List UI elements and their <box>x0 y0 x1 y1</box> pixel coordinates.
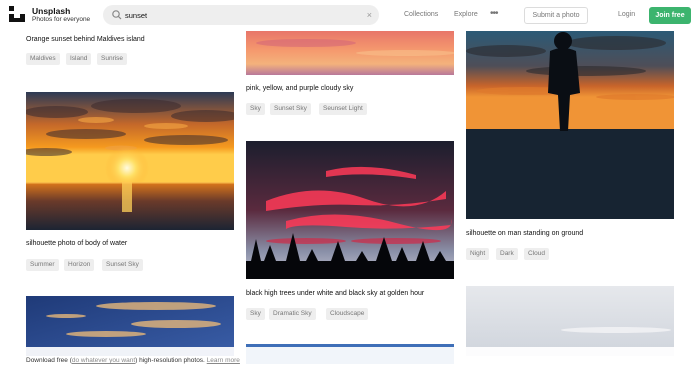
page: Unsplash Photos for everyone × Collectio… <box>0 0 700 373</box>
unsplash-logo-icon[interactable] <box>9 6 25 22</box>
tag[interactable]: Sunset Sky <box>270 103 311 115</box>
photo-pink-sky[interactable] <box>246 31 454 75</box>
tag[interactable]: Sunset Sky <box>102 259 143 271</box>
brand-name[interactable]: Unsplash <box>32 6 70 16</box>
footer-suffix: ) high-resolution photos. <box>135 357 205 364</box>
tag[interactable]: Horizon <box>64 259 95 271</box>
search-input[interactable] <box>125 8 355 22</box>
footer-prefix: Download free ( <box>26 357 72 364</box>
tag[interactable]: Sky <box>246 308 265 320</box>
header: Unsplash Photos for everyone × Collectio… <box>0 0 700 31</box>
more-icon[interactable]: ••• <box>490 8 498 19</box>
photo-caption: silhouette on man standing on ground <box>466 230 584 237</box>
footer-bar: Download free (do whatever you want) hig… <box>0 347 700 373</box>
photo-caption: black high trees under white and black s… <box>246 290 425 297</box>
tag[interactable]: Dark <box>496 248 518 260</box>
license-link[interactable]: do whatever you want <box>72 357 135 364</box>
nav-collections[interactable]: Collections <box>404 11 438 18</box>
tag[interactable]: Night <box>466 248 490 260</box>
tag[interactable]: Maldives <box>26 53 60 65</box>
login-link[interactable]: Login <box>618 11 635 18</box>
search-bar[interactable]: × <box>103 5 379 25</box>
tag[interactable]: Island <box>66 53 92 65</box>
photo-man-silhouette[interactable] <box>466 31 674 219</box>
photo-pink-sky-image <box>246 31 454 75</box>
tag[interactable]: Summer <box>26 259 59 271</box>
brand-tagline: Photos for everyone <box>32 16 91 23</box>
tag[interactable]: Cloud <box>524 248 549 260</box>
photo-sunset-water[interactable] <box>26 92 234 230</box>
photo-sunset-water-image <box>26 92 234 230</box>
tag[interactable]: Sky <box>246 103 265 115</box>
photo-trees-golden-hour[interactable] <box>246 141 454 279</box>
photo-caption: pink, yellow, and purple cloudy sky <box>246 85 354 92</box>
join-free-button[interactable]: Join free <box>649 7 691 24</box>
photo-caption: silhouette photo of body of water <box>26 240 128 247</box>
search-icon <box>112 10 122 20</box>
clear-search-icon[interactable]: × <box>367 9 372 21</box>
photo-pale-sky-image <box>466 286 674 356</box>
photo-caption: Orange sunset behind Maldives island <box>26 36 145 43</box>
footer-text: Download free (do whatever you want) hig… <box>26 357 240 364</box>
tag[interactable]: Cloudscape <box>326 308 369 320</box>
tag[interactable]: Sunrise <box>97 53 128 65</box>
tag[interactable]: Seunset Light <box>319 103 367 115</box>
nav-explore[interactable]: Explore <box>454 11 478 18</box>
submit-photo-button[interactable]: Submit a photo <box>524 7 588 24</box>
photo-pale-sky[interactable] <box>466 286 674 356</box>
tag[interactable]: Dramatic Sky <box>269 308 316 320</box>
photo-man-silhouette-image <box>466 31 674 219</box>
photo-trees-golden-hour-image <box>246 141 454 279</box>
learn-more-link[interactable]: Learn more <box>207 357 240 364</box>
